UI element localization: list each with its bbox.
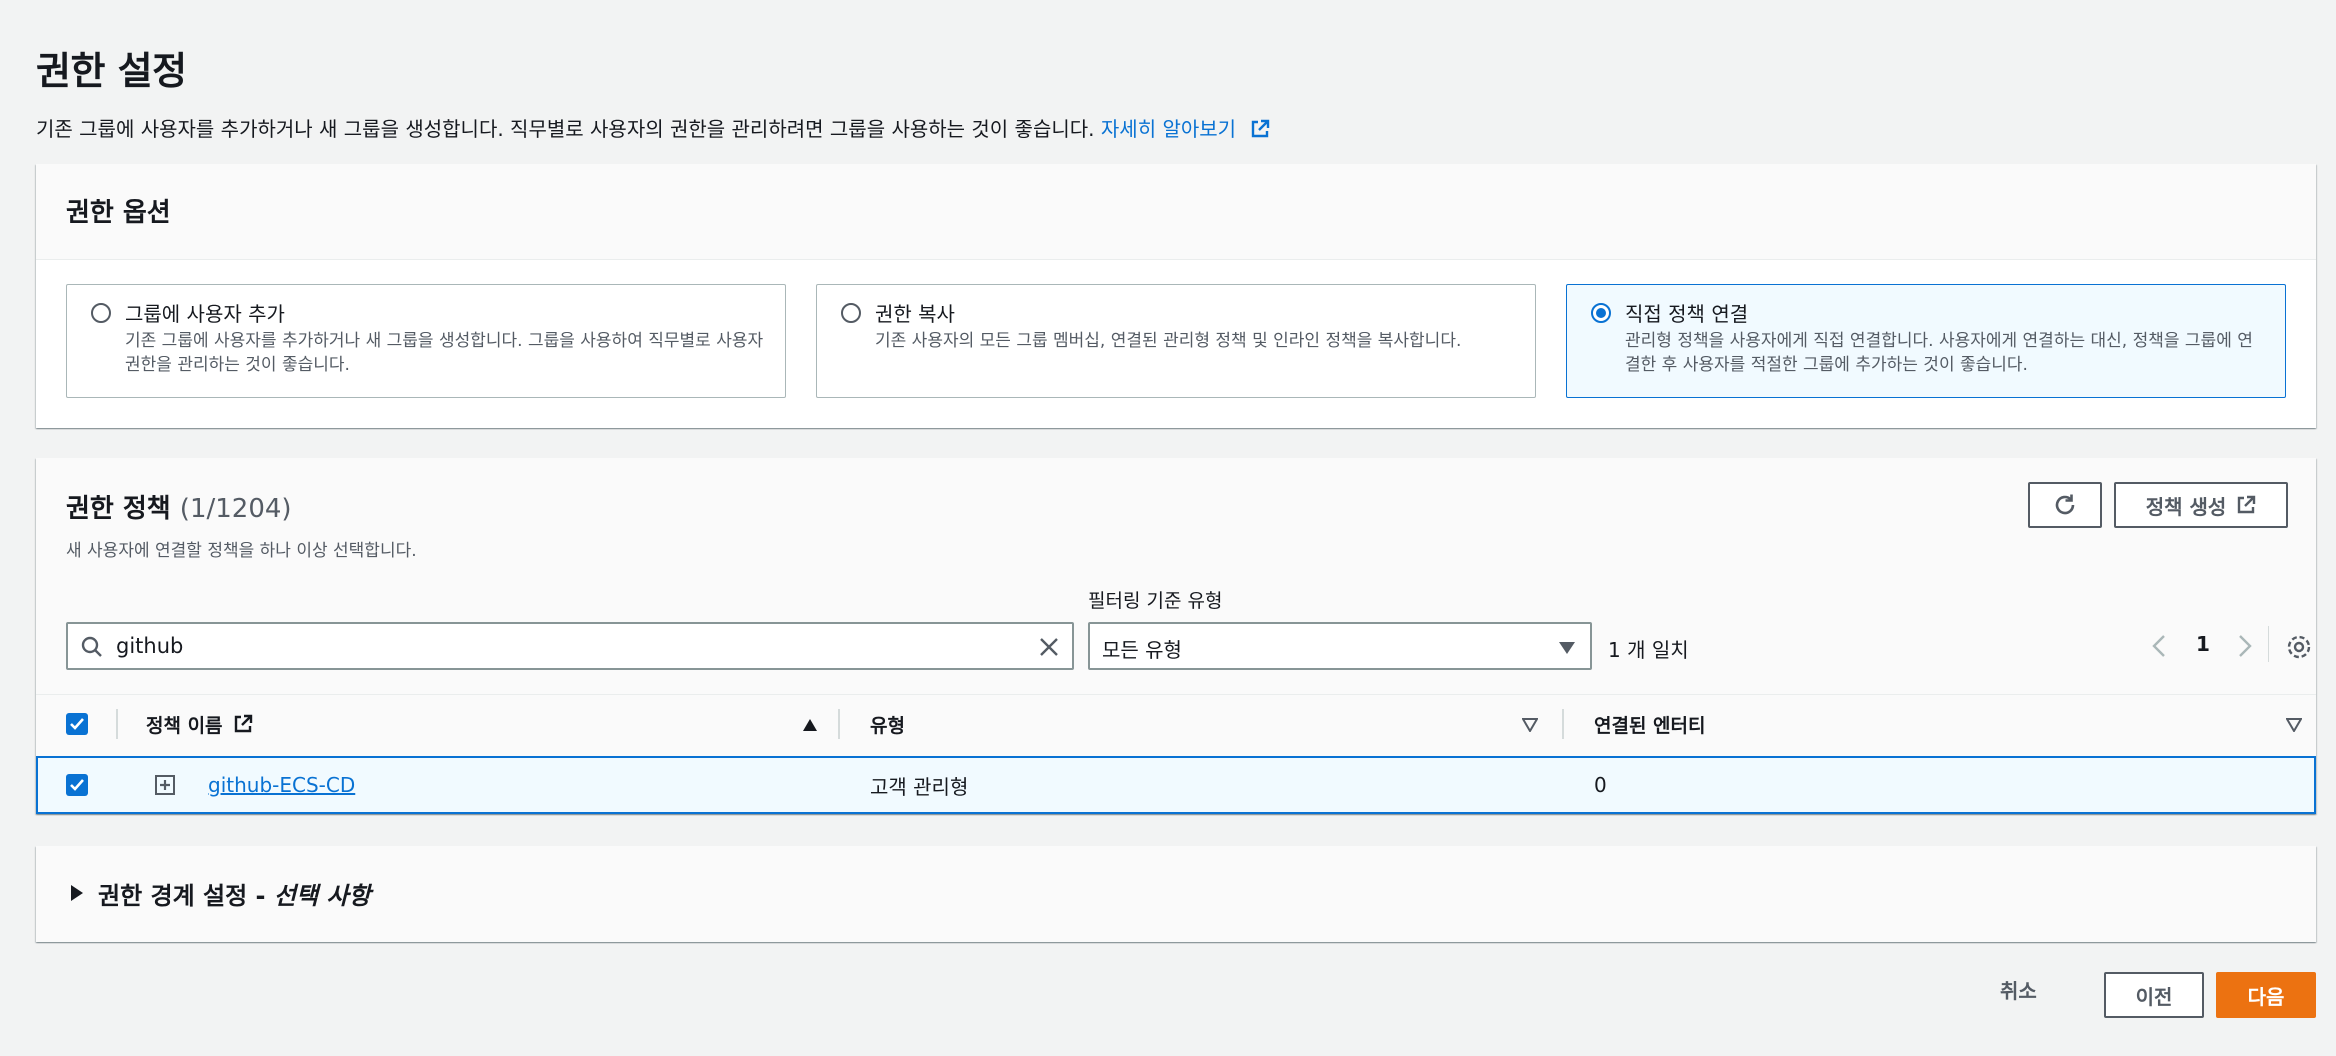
option-desc: 기존 그룹에 사용자를 추가하거나 새 그룹을 생성합니다. 그룹을 사용하여 … <box>125 331 764 375</box>
next-page-icon[interactable] <box>2234 634 2254 662</box>
sort-ascending-icon[interactable] <box>802 717 818 736</box>
column-divider <box>1562 709 1564 739</box>
page-header: 권한 설정 기존 그룹에 사용자를 추가하거나 새 그룹을 생성합니다. 직무별… <box>36 40 1270 144</box>
filter-type-select[interactable]: 모든 유형 <box>1088 622 1592 670</box>
previous-label: 이전 <box>2135 984 2173 1009</box>
column-label: 연결된 엔터티 <box>1594 714 1706 737</box>
column-label: 유형 <box>870 714 905 737</box>
permissions-boundary-panel[interactable]: 권한 경계 설정 - 선택 사항 <box>36 846 2316 942</box>
caret-down-icon <box>1558 640 1576 659</box>
policies-title: 권한 정책 (1/1204) <box>66 488 292 525</box>
page-description-text: 기존 그룹에 사용자를 추가하거나 새 그룹을 생성합니다. 직무별로 사용자의… <box>36 117 1095 141</box>
option-tile-add-to-group[interactable]: 그룹에 사용자 추가 기존 그룹에 사용자를 추가하거나 새 그룹을 생성합니다… <box>66 284 786 398</box>
clear-search-icon[interactable] <box>1036 634 1062 664</box>
radio-copy-permissions[interactable] <box>841 303 861 323</box>
permission-option-tiles: 그룹에 사용자 추가 기존 그룹에 사용자를 추가하거나 새 그룹을 생성합니다… <box>66 284 2286 398</box>
cancel-button[interactable]: 취소 <box>2000 975 2037 1004</box>
previous-page-icon[interactable] <box>2150 634 2170 662</box>
option-tile-copy-permissions[interactable]: 권한 복사 기존 사용자의 모든 그룹 멤버십, 연결된 관리형 정책 및 인라… <box>816 284 1536 398</box>
policies-description: 새 사용자에 연결할 정책을 하나 이상 선택합니다. <box>66 541 417 561</box>
row-checkbox[interactable] <box>66 774 88 796</box>
filter-type-label: 필터링 기준 유형 <box>1088 590 1223 612</box>
policies-title-text: 권한 정책 <box>66 494 171 524</box>
gear-icon[interactable] <box>2286 634 2312 664</box>
permission-options-header: 권한 옵션 <box>36 164 2316 260</box>
permission-options-panel: 권한 옵션 그룹에 사용자 추가 기존 그룹에 사용자를 추가하거나 새 그룹을… <box>36 164 2316 428</box>
column-header-entities[interactable]: 연결된 엔터티 <box>1594 695 1706 753</box>
option-tile-attach-policies[interactable]: 직접 정책 연결 관리형 정책을 사용자에게 직접 연결합니다. 사용자에게 연… <box>1566 284 2286 398</box>
column-divider <box>838 709 840 739</box>
option-title: 직접 정책 연결 <box>1625 302 1749 326</box>
create-policy-button[interactable]: 정책 생성 <box>2114 482 2288 528</box>
radio-add-to-group[interactable] <box>91 303 111 323</box>
next-label: 다음 <box>2247 984 2285 1009</box>
option-desc: 관리형 정책을 사용자에게 직접 연결합니다. 사용자에게 연결하는 대신, 정… <box>1625 331 2253 375</box>
sort-icon[interactable] <box>1521 717 1539 736</box>
expand-row-icon[interactable] <box>154 774 176 800</box>
boundary-title-text: 권한 경계 설정 - <box>98 882 274 910</box>
policy-type-cell: 고객 관리형 <box>870 774 969 799</box>
page-description: 기존 그룹에 사용자를 추가하거나 새 그룹을 생성합니다. 직무별로 사용자의… <box>36 113 1270 144</box>
permissions-boundary-title[interactable]: 권한 경계 설정 - 선택 사항 <box>98 876 371 911</box>
table-row[interactable]: github-ECS-CD 고객 관리형 0 <box>36 756 2316 814</box>
column-header-policy-name[interactable]: 정책 이름 <box>146 695 253 753</box>
permission-options-title: 권한 옵션 <box>66 198 171 228</box>
radio-attach-policies[interactable] <box>1591 303 1611 323</box>
learn-more-link[interactable]: 자세히 알아보기 <box>1101 117 1271 141</box>
learn-more-label: 자세히 알아보기 <box>1100 117 1237 141</box>
match-count: 1 개 일치 <box>1608 638 1689 662</box>
current-page[interactable]: 1 <box>2196 632 2210 656</box>
attached-entities-cell: 0 <box>1594 773 1607 797</box>
option-title: 권한 복사 <box>875 302 955 326</box>
external-link-icon <box>2238 495 2256 514</box>
filter-type-value: 모든 유형 <box>1102 638 1182 662</box>
select-all-checkbox[interactable] <box>66 713 88 735</box>
policy-table-header: 정책 이름 유형 연결된 엔터티 <box>36 694 2316 752</box>
refresh-icon <box>2055 494 2075 515</box>
column-divider <box>116 709 118 739</box>
previous-button[interactable]: 이전 <box>2104 972 2204 1018</box>
permission-policies-body: 권한 정책 (1/1204) 새 사용자에 연결할 정책을 하나 이상 선택합니… <box>36 458 2316 814</box>
external-link-icon <box>234 714 252 733</box>
search-icon <box>80 635 104 663</box>
policies-count: (1/1204) <box>179 494 292 524</box>
policy-name-link[interactable]: github-ECS-CD <box>208 773 355 797</box>
next-button[interactable]: 다음 <box>2216 972 2316 1018</box>
external-link-icon <box>1250 119 1270 144</box>
caret-right-icon[interactable] <box>70 884 84 906</box>
option-title: 그룹에 사용자 추가 <box>125 302 285 326</box>
permission-policies-panel: 권한 정책 (1/1204) 새 사용자에 연결할 정책을 하나 이상 선택합니… <box>36 458 2316 814</box>
policy-search-input[interactable] <box>116 624 996 668</box>
column-label: 정책 이름 <box>146 714 223 737</box>
create-policy-label: 정책 생성 <box>2145 494 2227 519</box>
pager-divider <box>2268 626 2269 662</box>
sort-icon[interactable] <box>2285 717 2303 736</box>
option-desc: 기존 사용자의 모든 그룹 멤버십, 연결된 관리형 정책 및 인라인 정책을 … <box>875 331 1462 351</box>
policy-name-cell: github-ECS-CD <box>208 758 355 812</box>
page-title: 권한 설정 <box>36 49 187 93</box>
refresh-button[interactable] <box>2028 482 2102 528</box>
column-header-type[interactable]: 유형 <box>870 695 905 753</box>
boundary-optional-text: 선택 사항 <box>273 882 371 910</box>
policy-search-box[interactable] <box>66 622 1074 670</box>
